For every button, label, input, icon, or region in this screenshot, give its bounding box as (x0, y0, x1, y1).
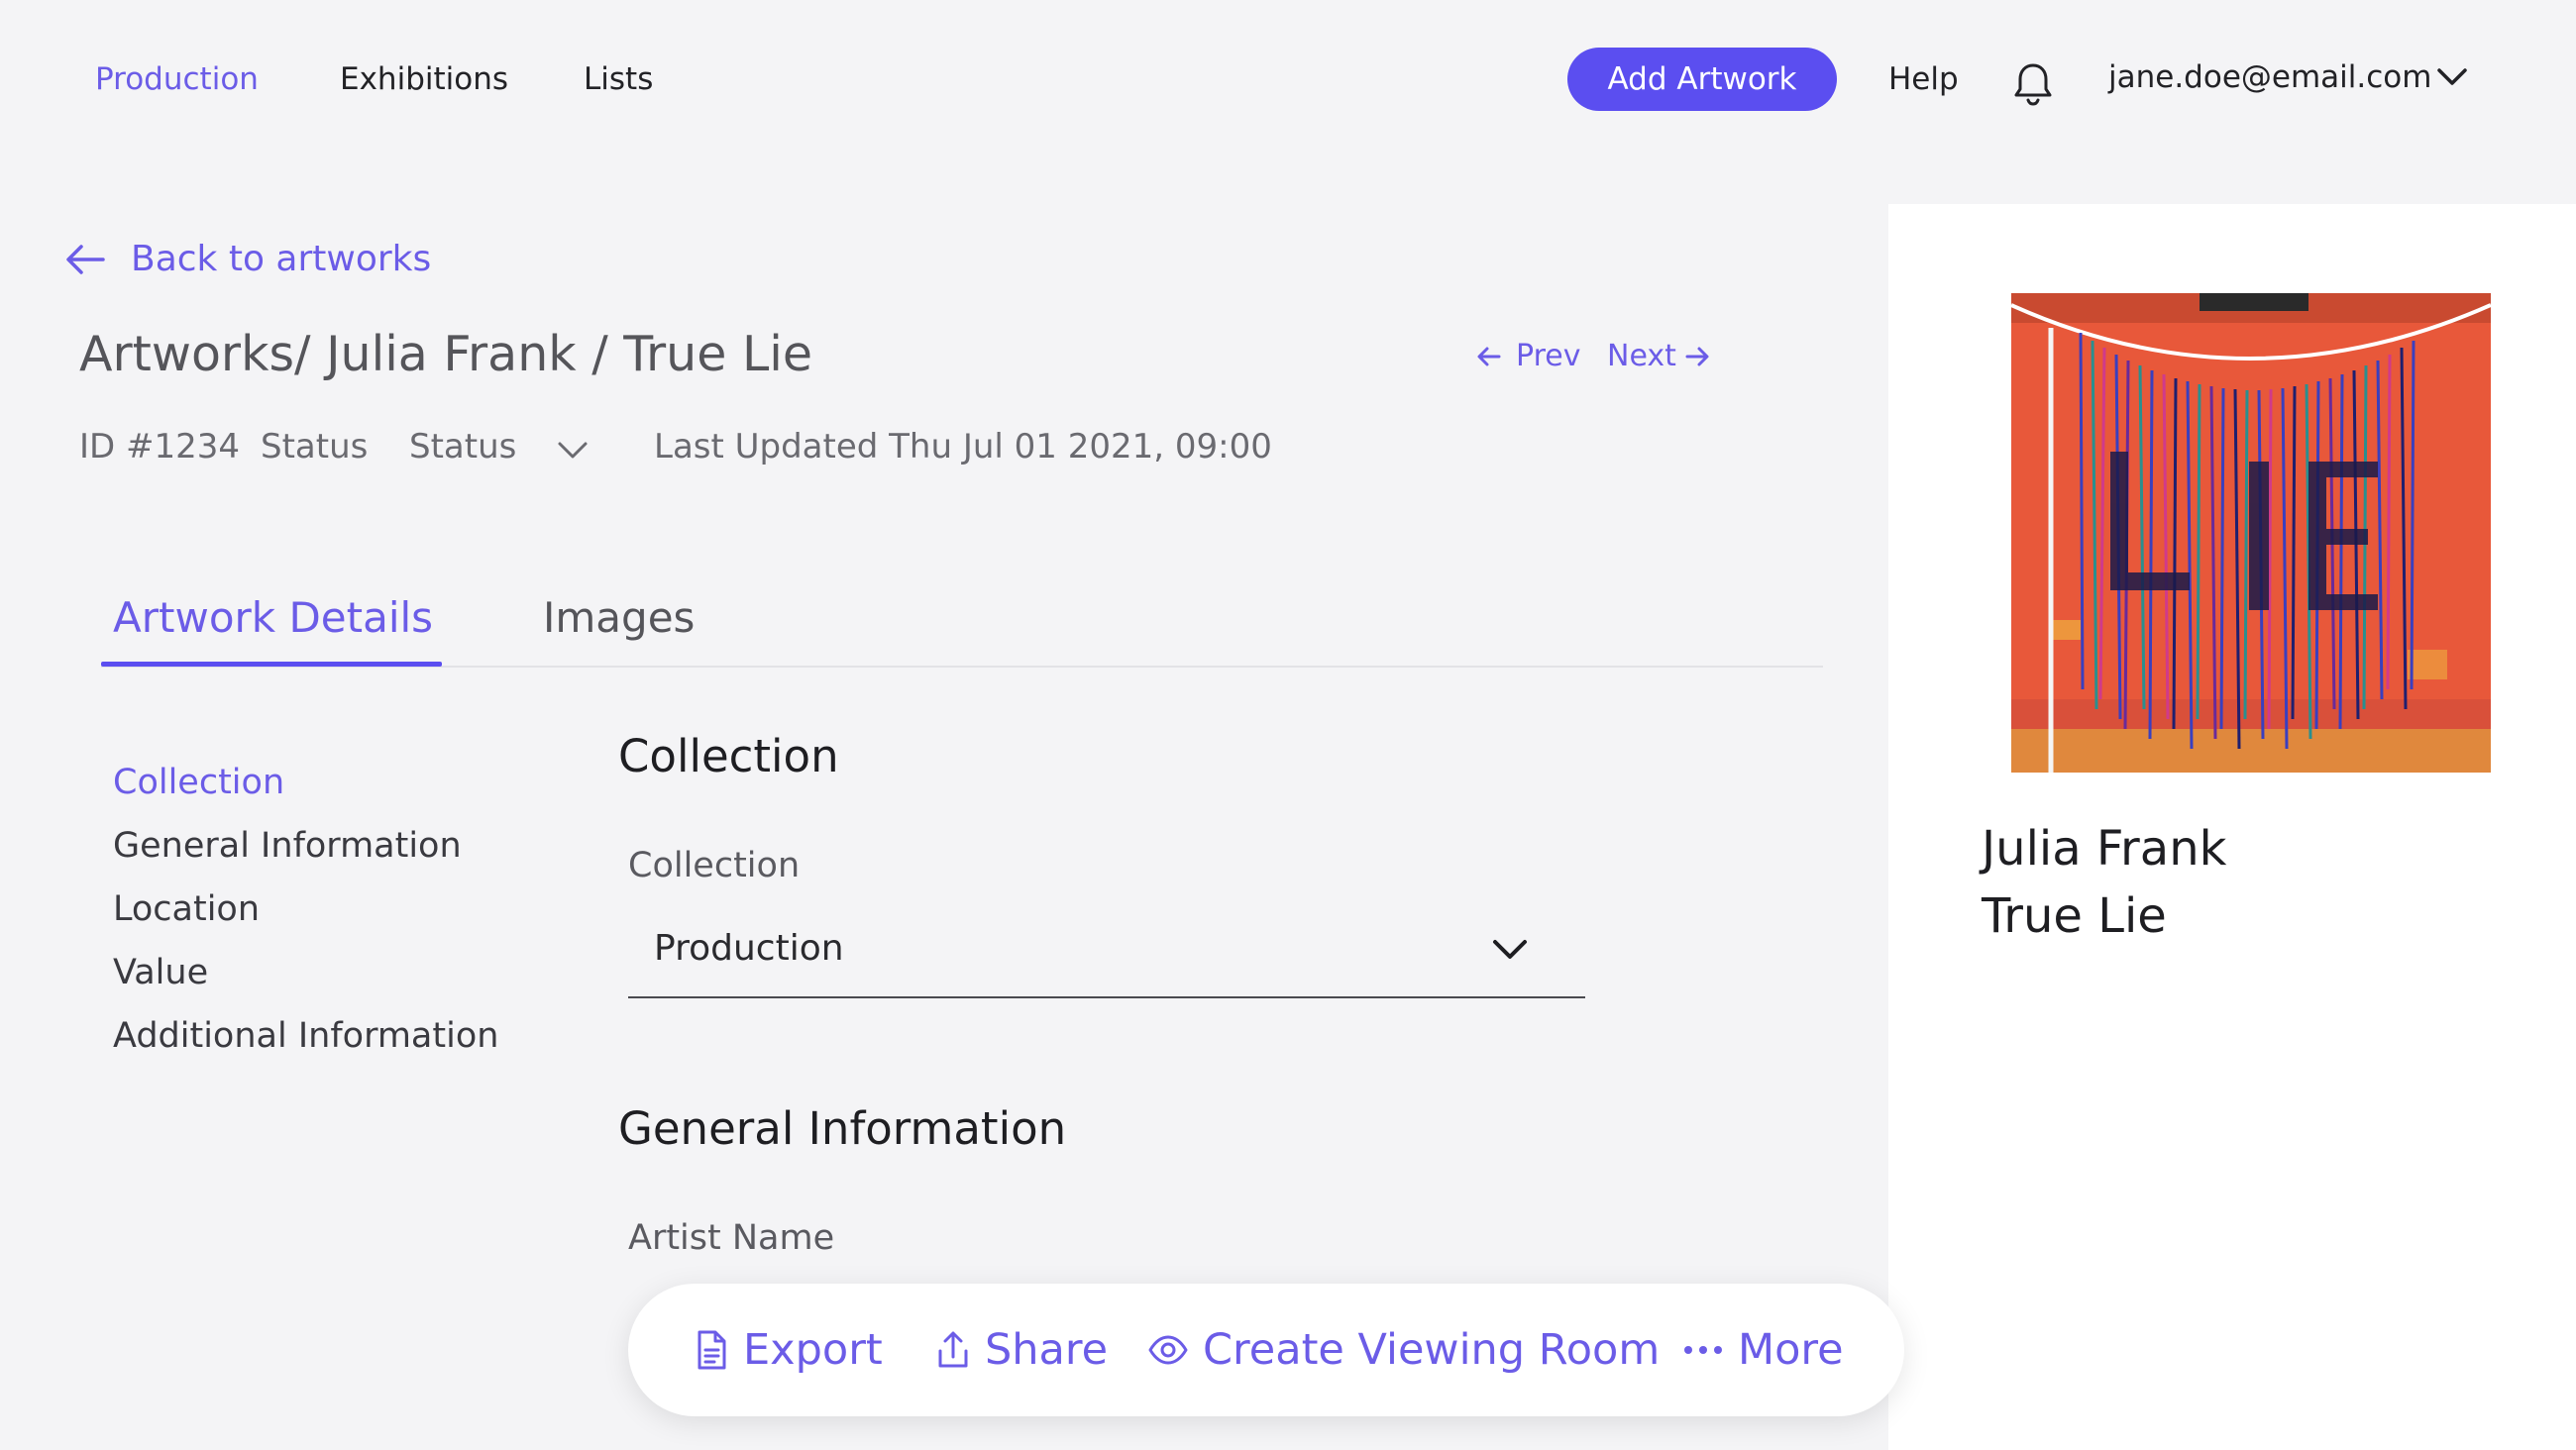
create-viewing-room-button[interactable]: Create Viewing Room (1147, 1284, 1660, 1416)
artwork-preview-panel: Julia Frank True Lie (1888, 204, 2576, 1450)
collection-select[interactable]: Production (628, 915, 1585, 998)
chevron-down-icon[interactable] (2435, 65, 2469, 93)
help-link[interactable]: Help (1888, 57, 1959, 101)
share-icon (938, 1331, 968, 1368)
status-dropdown[interactable]: Status (409, 424, 597, 469)
sidebar-item-collection[interactable]: Collection (113, 759, 284, 806)
chevron-down-icon (1493, 940, 1527, 959)
artwork-id: ID #1234 (79, 427, 241, 466)
active-tab-indicator (101, 662, 442, 667)
export-button[interactable]: Export (694, 1284, 883, 1416)
nav-item-exhibitions[interactable]: Exhibitions (340, 57, 508, 101)
breadcrumb: Artworks/ Julia Frank / True Lie (79, 326, 813, 382)
arrow-right-icon (1685, 347, 1709, 366)
create-viewing-room-label: Create Viewing Room (1203, 1325, 1661, 1375)
user-email: jane.doe@email.com (2108, 59, 2432, 95)
collection-section-title: Collection (618, 730, 839, 782)
bell-icon[interactable] (2011, 61, 2055, 107)
share-label: Share (985, 1325, 1109, 1375)
eye-icon (1148, 1335, 1188, 1365)
sidebar-item-additional-information[interactable]: Additional Information (113, 1012, 498, 1060)
chevron-down-icon (558, 442, 588, 459)
sidebar-item-value[interactable]: Value (113, 949, 208, 996)
more-label: More (1738, 1325, 1844, 1375)
more-dots-icon (1684, 1346, 1722, 1354)
more-button[interactable]: More (1682, 1284, 1844, 1416)
nav-item-production[interactable]: Production (95, 57, 259, 101)
general-information-section-title: General Information (618, 1102, 1067, 1155)
last-updated: Last Updated Thu Jul 01 2021, 09:00 (654, 427, 1272, 466)
status-label: Status (261, 427, 369, 466)
artwork-thumbnail (2011, 293, 2491, 773)
export-label: Export (743, 1325, 883, 1375)
share-button[interactable]: Share (935, 1284, 1108, 1416)
nav-item-lists[interactable]: Lists (584, 57, 653, 101)
preview-artwork-title: True Lie (1982, 888, 2167, 944)
collection-select-value: Production (654, 928, 844, 969)
user-menu[interactable]: jane.doe@email.com (2108, 55, 2431, 99)
add-artwork-button[interactable]: Add Artwork (1567, 48, 1837, 111)
document-icon (698, 1330, 726, 1370)
collection-field-label: Collection (628, 846, 801, 885)
back-label: Back to artworks (131, 239, 432, 279)
artist-name-field-label: Artist Name (628, 1218, 835, 1258)
tab-images[interactable]: Images (543, 590, 695, 646)
arrow-left-icon (1477, 347, 1501, 366)
status-value: Status (409, 427, 517, 466)
tab-artwork-details[interactable]: Artwork Details (113, 590, 433, 646)
arrow-left-icon (66, 245, 105, 274)
sidebar-item-general-information[interactable]: General Information (113, 822, 462, 870)
next-label: Next (1607, 339, 1676, 373)
sidebar-item-location[interactable]: Location (113, 885, 260, 933)
preview-artist-name: Julia Frank (1982, 821, 2227, 877)
prev-label: Prev (1516, 339, 1581, 373)
floating-action-bar: Export Share Create Viewing Room More (628, 1284, 1904, 1416)
